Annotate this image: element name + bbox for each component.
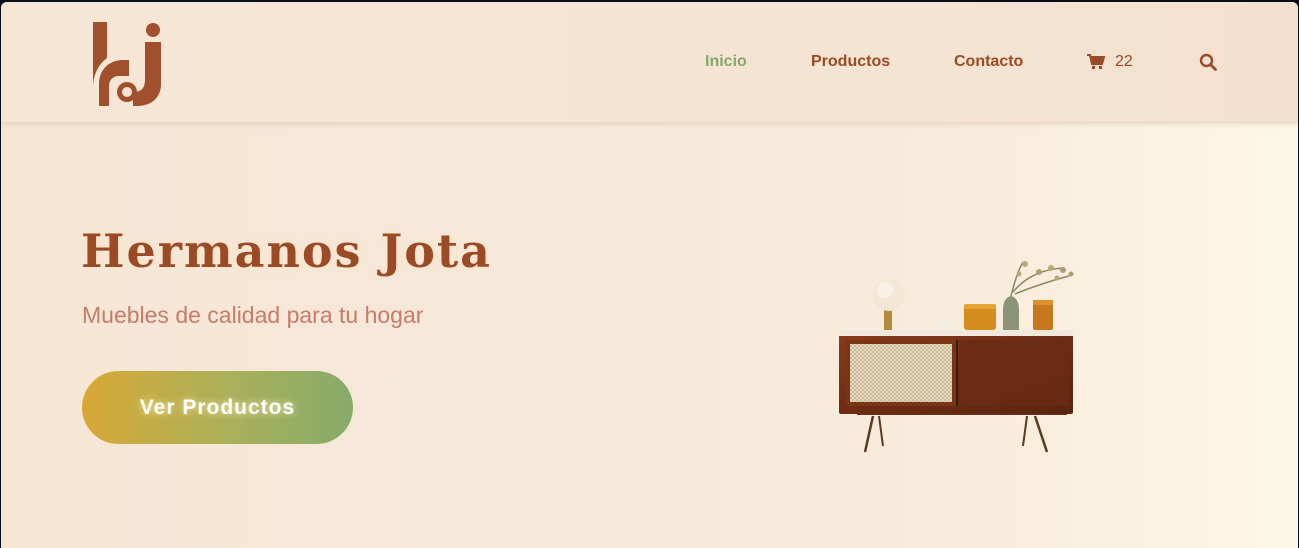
cart-count: 22 bbox=[1115, 53, 1133, 70]
nav-link-inicio[interactable]: Inicio bbox=[705, 52, 747, 72]
nav-link-productos[interactable]: Productos bbox=[811, 52, 890, 72]
nav-link-contacto[interactable]: Contacto bbox=[954, 52, 1023, 72]
site-header: Inicio Productos Contacto 22 bbox=[1, 2, 1298, 123]
hero-title: Hermanos Jota bbox=[81, 224, 492, 278]
hero-subtitle: Muebles de calidad para tu hogar bbox=[82, 302, 424, 328]
view-products-button[interactable]: Ver Productos bbox=[82, 371, 353, 444]
sideboard-image bbox=[839, 261, 1074, 453]
main-nav: Inicio Productos Contacto 22 bbox=[1, 52, 1298, 72]
cart-icon bbox=[1087, 54, 1105, 70]
page: Inicio Productos Contacto 22 Hermanos Jo… bbox=[1, 2, 1298, 548]
search-icon[interactable] bbox=[1199, 52, 1217, 72]
cart-button[interactable]: 22 bbox=[1087, 52, 1133, 72]
